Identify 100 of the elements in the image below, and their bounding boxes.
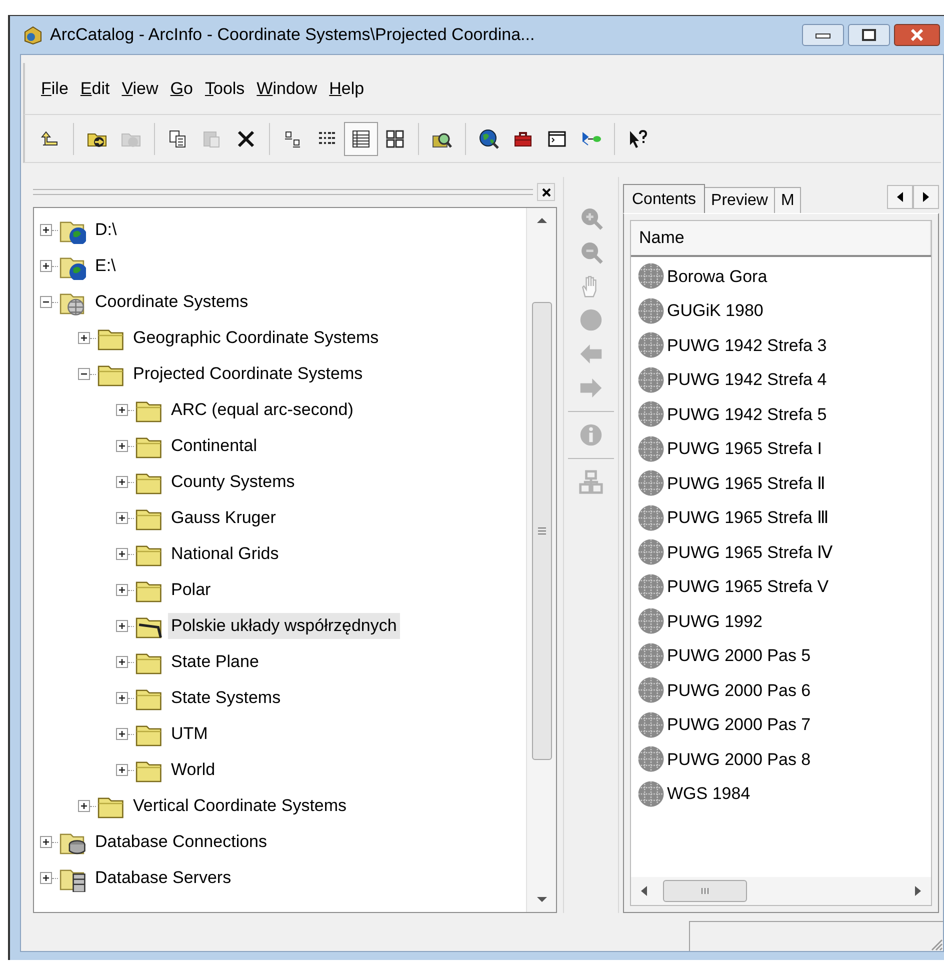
tree-item[interactable]: Coordinate Systems [92,289,252,315]
globe-grid-icon [637,400,665,428]
globe-grid-icon [637,331,665,360]
left-triangle-icon [896,192,904,202]
coordinate-system-item[interactable]: PUWG 1965 Strefa V [667,574,829,600]
maximize-icon [862,29,876,41]
coordinate-system-item[interactable]: PUWG 1942 Strefa 4 [667,367,827,392]
horizontal-scrollbar[interactable] [631,877,931,905]
tab-scroll-right-button[interactable] [913,185,939,209]
info-icon [578,422,604,448]
tree-item[interactable]: State Systems [168,685,284,711]
menu-item[interactable]: Go [168,76,195,102]
scroll-down-icon[interactable] [536,896,548,904]
menu-item[interactable]: Tools [202,76,247,102]
tree-item[interactable]: Polar [168,577,214,603]
tree-item[interactable]: D:\ [92,217,120,243]
tree-item[interactable]: Gauss Kruger [168,505,279,531]
expand-icon[interactable] [116,584,128,596]
collapse-icon[interactable] [78,368,90,380]
tab[interactable]: Preview [705,187,775,213]
column-header[interactable]: Name [631,221,931,255]
expand-icon[interactable] [116,656,128,668]
tree-item[interactable]: Database Servers [92,865,234,891]
globe-grid-icon [637,262,665,290]
menu-item[interactable]: Help [327,76,366,102]
menu-item[interactable]: Edit [78,76,112,102]
menu-item[interactable]: View [120,76,160,102]
coordinate-system-item[interactable]: PUWG 1942 Strefa 5 [667,402,827,427]
scroll-right-icon[interactable] [915,886,921,896]
expand-icon[interactable] [78,332,90,344]
expand-icon[interactable] [116,620,128,632]
close-button[interactable] [894,24,940,46]
resize-grip-icon[interactable] [929,937,943,951]
tree-item[interactable]: County Systems [168,469,298,495]
tree-item[interactable]: World [168,757,218,783]
close-icon [910,29,924,41]
whats-this-help-icon [627,128,649,150]
expand-icon[interactable] [116,476,128,488]
coordinate-system-item[interactable]: PUWG 1965 Strefa Ⅲ [667,505,830,530]
expand-icon[interactable] [116,440,128,452]
scroll-left-icon[interactable] [641,886,647,896]
thumbnails-icon [384,128,406,150]
right-triangle-icon [922,192,930,202]
coordinate-system-item[interactable]: PUWG 2000 Pas 7 [667,712,811,738]
expand-icon[interactable] [40,872,52,884]
tree-item[interactable]: National Grids [168,541,282,567]
window-title: ArcCatalog - ArcInfo - Coordinate Systems\Projected Coordina... [50,24,535,46]
minimize-button[interactable] [802,24,844,46]
expand-icon[interactable] [116,692,128,704]
close-pane-button[interactable] [537,183,556,201]
expand-icon[interactable] [40,260,52,272]
coordinate-system-item[interactable]: PUWG 1965 Strefa Ⅱ [667,470,826,496]
tree-item[interactable]: Continental [168,433,260,459]
expand-icon[interactable] [40,836,52,848]
expand-icon[interactable] [116,548,128,560]
tab[interactable]: M [774,187,802,213]
tab-scroll-left-button[interactable] [887,185,913,209]
globe-grid-icon [637,434,665,463]
tree-item[interactable]: Vertical Coordinate Systems [130,793,350,819]
coordinate-system-item[interactable]: GUGiK 1980 [667,298,764,324]
coordinate-system-item[interactable]: Borowa Gora [667,264,768,289]
tree-item[interactable]: State Plane [168,649,262,675]
app-icon [22,24,44,46]
menu-item[interactable]: File [39,76,70,102]
circle-icon [578,307,604,333]
globe-grid-icon [637,469,665,498]
maximize-button[interactable] [848,24,890,46]
details-view-button[interactable] [344,122,378,156]
vertical-scrollbar[interactable] [526,208,556,912]
coordinate-system-item[interactable]: PUWG 2000 Pas 6 [667,678,811,703]
scroll-thumb[interactable] [663,880,747,902]
coordinate-system-item[interactable]: WGS 1984 [667,781,750,806]
collapse-icon[interactable] [40,296,52,308]
expand-icon[interactable] [116,404,128,416]
expand-icon[interactable] [116,728,128,740]
expand-icon[interactable] [116,764,128,776]
globe-icon [478,128,500,150]
tree-item[interactable]: UTM [168,721,211,747]
coordinate-system-item[interactable]: PUWG 1992 [667,608,762,634]
grip-icon [536,527,547,535]
tree-item[interactable]: Polskie układy współrzędnych [168,613,400,639]
tree-item[interactable]: E:\ [92,253,119,279]
expand-icon[interactable] [116,512,128,524]
expand-icon[interactable] [78,800,90,812]
tab[interactable]: Contents [623,184,706,214]
coordinate-system-item[interactable]: PUWG 1965 Strefa Ⅳ [667,540,834,565]
tree-item[interactable]: Projected Coordinate Systems [130,361,366,387]
coordinate-system-item[interactable]: PUWG 2000 Pas 5 [667,643,811,668]
grip-icon [700,887,710,895]
scroll-thumb[interactable] [532,302,552,760]
tree-item[interactable]: Database Connections [92,829,270,855]
tree-item[interactable]: Geographic Coordinate Systems [130,325,382,351]
expand-icon[interactable] [40,224,52,236]
globe-grid-icon [637,710,665,739]
scroll-up-icon[interactable] [536,216,548,224]
coordinate-system-item[interactable]: PUWG 2000 Pas 8 [667,746,811,772]
coordinate-system-item[interactable]: PUWG 1942 Strefa 3 [667,332,827,358]
menu-item[interactable]: Window [254,76,320,102]
coordinate-system-item[interactable]: PUWG 1965 Strefa I [667,436,822,462]
tree-item[interactable]: ARC (equal arc-second) [168,397,356,423]
